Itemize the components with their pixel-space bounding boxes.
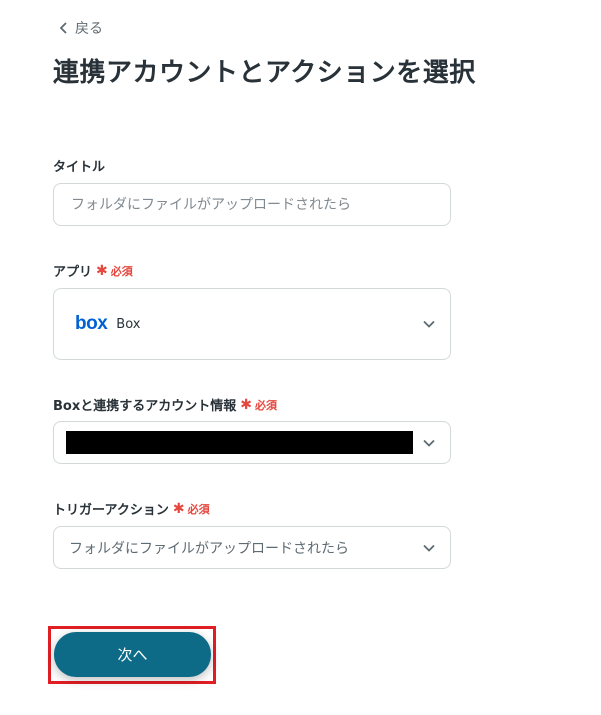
title-field[interactable] (53, 183, 451, 226)
redacted-account-value (66, 431, 413, 454)
required-text: 必須 (110, 264, 133, 278)
app-label-text: アプリ (53, 265, 93, 280)
app-select[interactable]: box Box (53, 288, 451, 360)
back-link[interactable]: 戻る (59, 18, 103, 38)
chevron-left-icon (59, 22, 67, 34)
back-link-label: 戻る (75, 21, 103, 37)
title-field-label: タイトル (53, 156, 105, 175)
title-input[interactable] (69, 195, 433, 214)
required-badge: ✱ 必須 (240, 397, 277, 413)
asterisk-icon: ✱ (96, 262, 108, 279)
page-title: 連携アカウントとアクションを選択 (53, 58, 476, 88)
trigger-field-label: トリガーアクション ✱ 必須 (53, 499, 210, 519)
box-logo-icon: box (75, 313, 108, 334)
account-field-label: Boxと連携するアカウント情報 ✱ 必須 (53, 395, 277, 415)
asterisk-icon: ✱ (240, 396, 252, 413)
chevron-down-icon (423, 439, 435, 447)
trigger-select-value: フォルダにファイルがアップロードされたら (69, 540, 349, 557)
required-text: 必須 (254, 398, 277, 412)
required-badge: ✱ 必須 (173, 501, 210, 517)
asterisk-icon: ✱ (172, 500, 185, 517)
required-text: 必須 (187, 502, 210, 516)
required-badge: ✱ 必須 (96, 263, 133, 279)
app-select-value: Box (116, 316, 141, 332)
trigger-label-text: トリガーアクション (53, 503, 169, 518)
title-label-text: タイトル (53, 160, 106, 175)
trigger-action-select[interactable]: フォルダにファイルがアップロードされたら (53, 526, 451, 569)
account-select[interactable] (53, 421, 451, 464)
account-label-text: Boxと連携するアカウント情報 (53, 399, 237, 414)
app-field-label: アプリ ✱ 必須 (53, 261, 133, 281)
next-button[interactable]: 次へ (54, 632, 211, 677)
chevron-down-icon (423, 544, 435, 552)
chevron-down-icon (423, 320, 435, 328)
page: 戻る 連携アカウントとアクションを選択 タイトル アプリ ✱ 必須 box Bo… (0, 0, 601, 715)
